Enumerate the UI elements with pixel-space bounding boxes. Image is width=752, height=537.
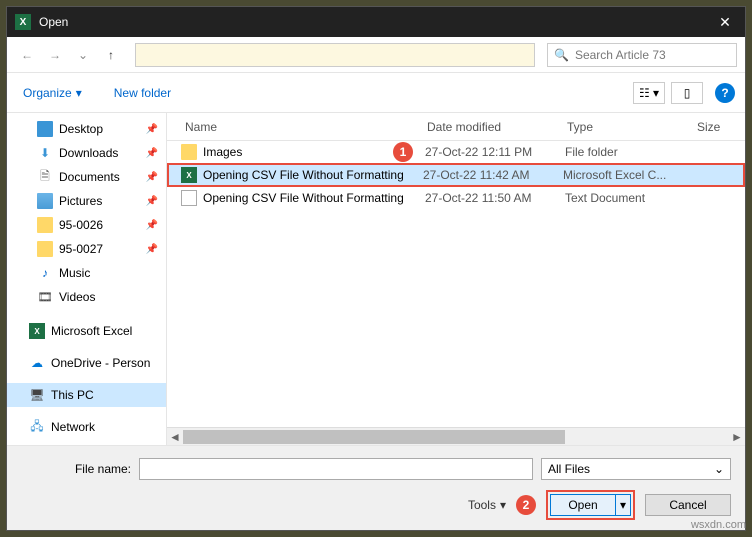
column-type[interactable]: Type: [567, 120, 697, 134]
pc-icon: 🖥: [29, 387, 45, 403]
forward-button[interactable]: →: [43, 43, 67, 67]
scroll-left-icon[interactable]: ◄: [167, 429, 183, 445]
cancel-button[interactable]: Cancel: [645, 494, 731, 516]
documents-icon: 🗎: [37, 169, 53, 185]
chevron-down-icon: ⌄: [714, 462, 724, 476]
folder-icon: [37, 217, 53, 233]
desktop-icon: [37, 121, 53, 137]
pin-icon: 📌: [146, 220, 162, 231]
breadcrumb-bar[interactable]: [135, 43, 535, 67]
sidebar-item-network[interactable]: 🖧Network: [7, 415, 166, 439]
pin-icon: 📌: [146, 172, 162, 183]
open-button[interactable]: Open: [550, 494, 616, 516]
close-button[interactable]: ✕: [705, 7, 745, 37]
search-icon: 🔍: [554, 48, 569, 62]
videos-icon: 🎞: [37, 289, 53, 305]
tools-menu[interactable]: Tools ▾: [468, 498, 506, 512]
sidebar-item-onedrive[interactable]: ☁OneDrive - Person: [7, 351, 166, 375]
pin-icon: 📌: [146, 196, 162, 207]
scroll-thumb[interactable]: [183, 430, 565, 444]
up-button[interactable]: ↑: [99, 43, 123, 67]
sidebar-item-folder2[interactable]: 95-0027📌: [7, 237, 166, 261]
sidebar-item-videos[interactable]: 🎞Videos: [7, 285, 166, 309]
folder-icon: [181, 144, 197, 160]
annotation-marker-2: 2: [516, 495, 536, 515]
excel-icon: X: [15, 14, 31, 30]
file-row[interactable]: Images 27-Oct-22 12:11 PM File folder: [167, 141, 745, 163]
file-row[interactable]: Opening CSV File Without Formatting 27-O…: [167, 187, 745, 209]
sidebar-item-documents[interactable]: 🗎Documents📌: [7, 165, 166, 189]
search-input[interactable]: 🔍 Search Article 73: [547, 43, 737, 67]
toolbar: Organize▾ New folder ☷ ▾ ▯ ?: [7, 73, 745, 113]
view-mode-button[interactable]: ☷ ▾: [633, 82, 665, 104]
text-file-icon: [181, 190, 197, 206]
open-button-highlight: Open ▾: [546, 490, 635, 520]
pin-icon: 📌: [146, 148, 162, 159]
recent-dropdown[interactable]: ⌄: [71, 43, 95, 67]
organize-menu[interactable]: Organize▾: [17, 82, 88, 104]
pictures-icon: [37, 193, 53, 209]
search-placeholder: Search Article 73: [575, 48, 666, 62]
sidebar-item-desktop[interactable]: Desktop📌: [7, 117, 166, 141]
file-filter-select[interactable]: All Files⌄: [541, 458, 731, 480]
preview-pane-button[interactable]: ▯: [671, 82, 703, 104]
sidebar: Desktop📌 ⬇Downloads📌 🗎Documents📌 Picture…: [7, 113, 167, 445]
sidebar-item-thispc[interactable]: 🖥This PC: [7, 383, 166, 407]
excel-icon: X: [29, 323, 45, 339]
new-folder-button[interactable]: New folder: [108, 82, 177, 104]
file-row-selected[interactable]: XOpening CSV File Without Formatting 27-…: [167, 163, 745, 187]
navbar: ← → ⌄ ↑ 🔍 Search Article 73: [7, 37, 745, 73]
file-list: Images 27-Oct-22 12:11 PM File folder XO…: [167, 141, 745, 427]
sidebar-item-pictures[interactable]: Pictures📌: [7, 189, 166, 213]
sidebar-item-excel[interactable]: XMicrosoft Excel: [7, 319, 166, 343]
column-date[interactable]: Date modified: [427, 120, 567, 134]
column-name[interactable]: Name: [167, 120, 427, 134]
folder-icon: [37, 241, 53, 257]
help-button[interactable]: ?: [715, 83, 735, 103]
bottom-panel: File name: All Files⌄ Tools ▾ 2 Open ▾ C…: [7, 446, 745, 530]
sidebar-item-music[interactable]: ♪Music: [7, 261, 166, 285]
filename-input[interactable]: [139, 458, 533, 480]
watermark: wsxdn.com: [691, 519, 746, 531]
excel-file-icon: X: [181, 167, 197, 183]
back-button[interactable]: ←: [15, 43, 39, 67]
open-dropdown-button[interactable]: ▾: [615, 494, 631, 516]
chevron-down-icon: ▾: [76, 86, 82, 100]
music-icon: ♪: [37, 265, 53, 281]
scroll-right-icon[interactable]: ►: [729, 429, 745, 445]
horizontal-scrollbar[interactable]: ◄ ►: [167, 427, 745, 445]
column-size[interactable]: Size: [697, 120, 745, 134]
column-headers[interactable]: Name Date modified Type Size: [167, 113, 745, 141]
window-title: Open: [39, 15, 705, 29]
sidebar-item-folder1[interactable]: 95-0026📌: [7, 213, 166, 237]
titlebar: X Open ✕: [7, 7, 745, 37]
annotation-marker-1: 1: [393, 142, 413, 162]
sidebar-item-downloads[interactable]: ⬇Downloads📌: [7, 141, 166, 165]
onedrive-icon: ☁: [29, 355, 45, 371]
filename-label: File name:: [21, 462, 131, 476]
pin-icon: 📌: [146, 244, 162, 255]
pin-icon: 📌: [146, 124, 162, 135]
downloads-icon: ⬇: [37, 145, 53, 161]
network-icon: 🖧: [29, 419, 45, 435]
chevron-down-icon: ▾: [500, 498, 506, 512]
